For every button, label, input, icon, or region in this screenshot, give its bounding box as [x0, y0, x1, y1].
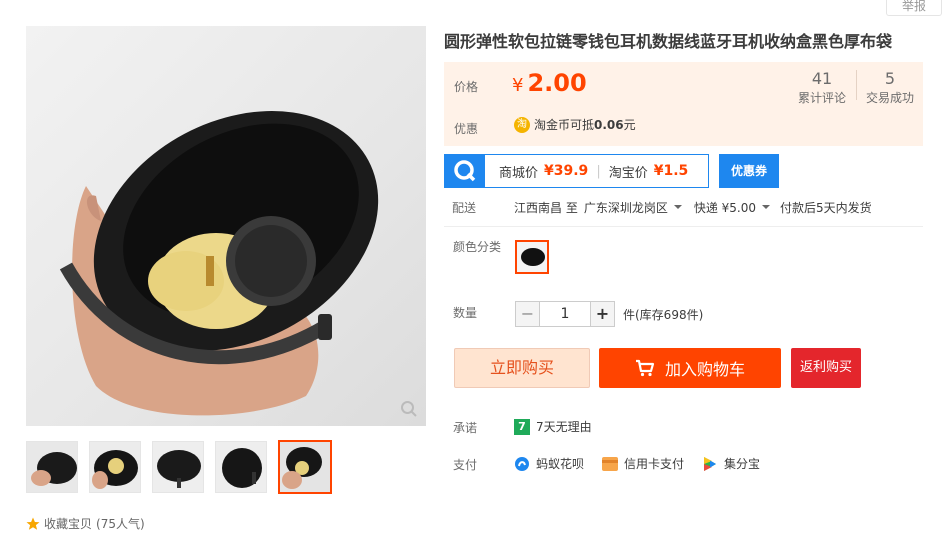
quantity-stepper: − 1 + 件(库存698件) [515, 301, 703, 327]
zoom-icon[interactable] [400, 400, 418, 418]
promise-item[interactable]: 7 7天无理由 [514, 418, 592, 435]
cart-icon [635, 359, 655, 377]
mall-price-compare[interactable]: 商城价 ¥39.9 | 淘宝价 ¥1.5 [444, 154, 709, 188]
coin-text: 淘金币可抵 [534, 118, 595, 132]
quantity-label: 数量 [453, 306, 478, 320]
reviews-label: 累计评论 [797, 91, 846, 105]
report-link[interactable]: 举报 [886, 0, 942, 16]
popularity-count: (75人气) [96, 517, 145, 531]
product-photo [59, 111, 379, 416]
promise-text: 7天无理由 [536, 420, 592, 434]
pay-credit-card[interactable]: 信用卡支付 [602, 455, 684, 472]
color-label: 颜色分类 [453, 240, 502, 254]
mall-price: ¥39.9 [544, 163, 589, 179]
quantity-input[interactable]: 1 [540, 301, 590, 327]
color-option-black[interactable] [515, 240, 549, 274]
jifenbao-icon [704, 456, 717, 471]
shipping-label: 配送 [452, 201, 477, 215]
price-separator: | [596, 163, 601, 179]
buy-now-button[interactable]: 立即购买 [454, 348, 590, 388]
mall-price-label: 商城价 [499, 165, 539, 181]
divider [444, 226, 923, 227]
thumbnail-3[interactable] [152, 441, 204, 493]
thumbnail-strip [26, 440, 332, 494]
credit-card-icon [602, 456, 619, 471]
price-value: 2.00 [527, 69, 587, 97]
pay-jifenbao[interactable]: 集分宝 [702, 455, 760, 472]
add-to-cart-button[interactable]: 加入购物车 [599, 348, 781, 388]
taobao-price: ¥1.5 [653, 163, 689, 179]
favorite-label: 收藏宝贝 [44, 517, 93, 531]
payment-methods: 蚂蚁花呗 信用卡支付 集分宝 [514, 455, 760, 472]
coin-unit: 元 [623, 118, 636, 132]
quantity-increase-button[interactable]: + [590, 301, 615, 327]
star-icon [26, 517, 40, 530]
thumbnail-5-selected[interactable] [278, 440, 332, 494]
ship-from: 江西南昌 至 [514, 201, 578, 215]
ship-to-select[interactable]: 广东深圳龙岗区 [584, 199, 668, 216]
thumbnail-1[interactable] [26, 441, 78, 493]
coupon-button[interactable]: 优惠券 [719, 154, 779, 188]
add-to-cart-label: 加入购物车 [664, 360, 745, 379]
price-label: 价格 [454, 80, 479, 94]
price: ¥2.00 [512, 69, 587, 97]
dispatch-time: 付款后5天内发货 [780, 201, 872, 215]
taobao-coin-offer: 淘 淘金币可抵 0.06 元 [514, 116, 636, 133]
main-product-image[interactable] [26, 26, 426, 426]
thumbnail-2[interactable] [89, 441, 141, 493]
taobao-coin-icon: 淘 [514, 116, 530, 133]
trades-stat: 5 交易成功 [863, 69, 917, 106]
quantity-decrease-button[interactable]: − [515, 301, 540, 327]
seven-day-icon: 7 [514, 418, 530, 435]
payment-label: 支付 [453, 458, 478, 472]
shipping-row: 配送 江西南昌 至 广东深圳龙岗区 快递 ¥5.00 付款后5天内发货 [452, 199, 872, 216]
stat-divider [856, 70, 857, 100]
chevron-down-icon[interactable] [673, 204, 682, 209]
mall-logo-icon [445, 155, 485, 187]
ship-method-select[interactable]: 快递 ¥5.00 [694, 199, 756, 216]
rebate-buy-button[interactable]: 返利购买 [791, 348, 861, 388]
pay-jifenbao-label: 集分宝 [724, 457, 761, 471]
pay-huabei[interactable]: 蚂蚁花呗 [514, 455, 584, 472]
huabei-icon [515, 456, 529, 471]
reviews-count: 41 [811, 69, 833, 88]
stock-text: 件(库存698件) [623, 307, 704, 322]
reviews-stat[interactable]: 41 累计评论 [796, 69, 848, 106]
trades-count: 5 [884, 69, 896, 88]
coin-value: 0.06 [594, 117, 624, 132]
pay-huabei-label: 蚂蚁花呗 [536, 457, 585, 471]
price-box: 价格 ¥2.00 41 累计评论 5 交易成功 优惠 淘 淘金币可抵 0.06 元 [444, 62, 923, 146]
pay-credit-card-label: 信用卡支付 [624, 457, 685, 471]
promise-label: 承诺 [453, 421, 478, 435]
promo-label: 优惠 [454, 122, 479, 136]
trades-label: 交易成功 [865, 91, 914, 105]
product-title: 圆形弹性软包拉链零钱包耳机数据线蓝牙耳机收纳盒黑色厚布袋 [444, 32, 893, 51]
thumbnail-4[interactable] [215, 441, 267, 493]
chevron-down-icon[interactable] [762, 204, 771, 209]
taobao-price-label: 淘宝价 [608, 165, 648, 181]
favorite-link[interactable]: 收藏宝贝 (75人气) [26, 515, 145, 532]
currency-symbol: ¥ [512, 75, 524, 96]
